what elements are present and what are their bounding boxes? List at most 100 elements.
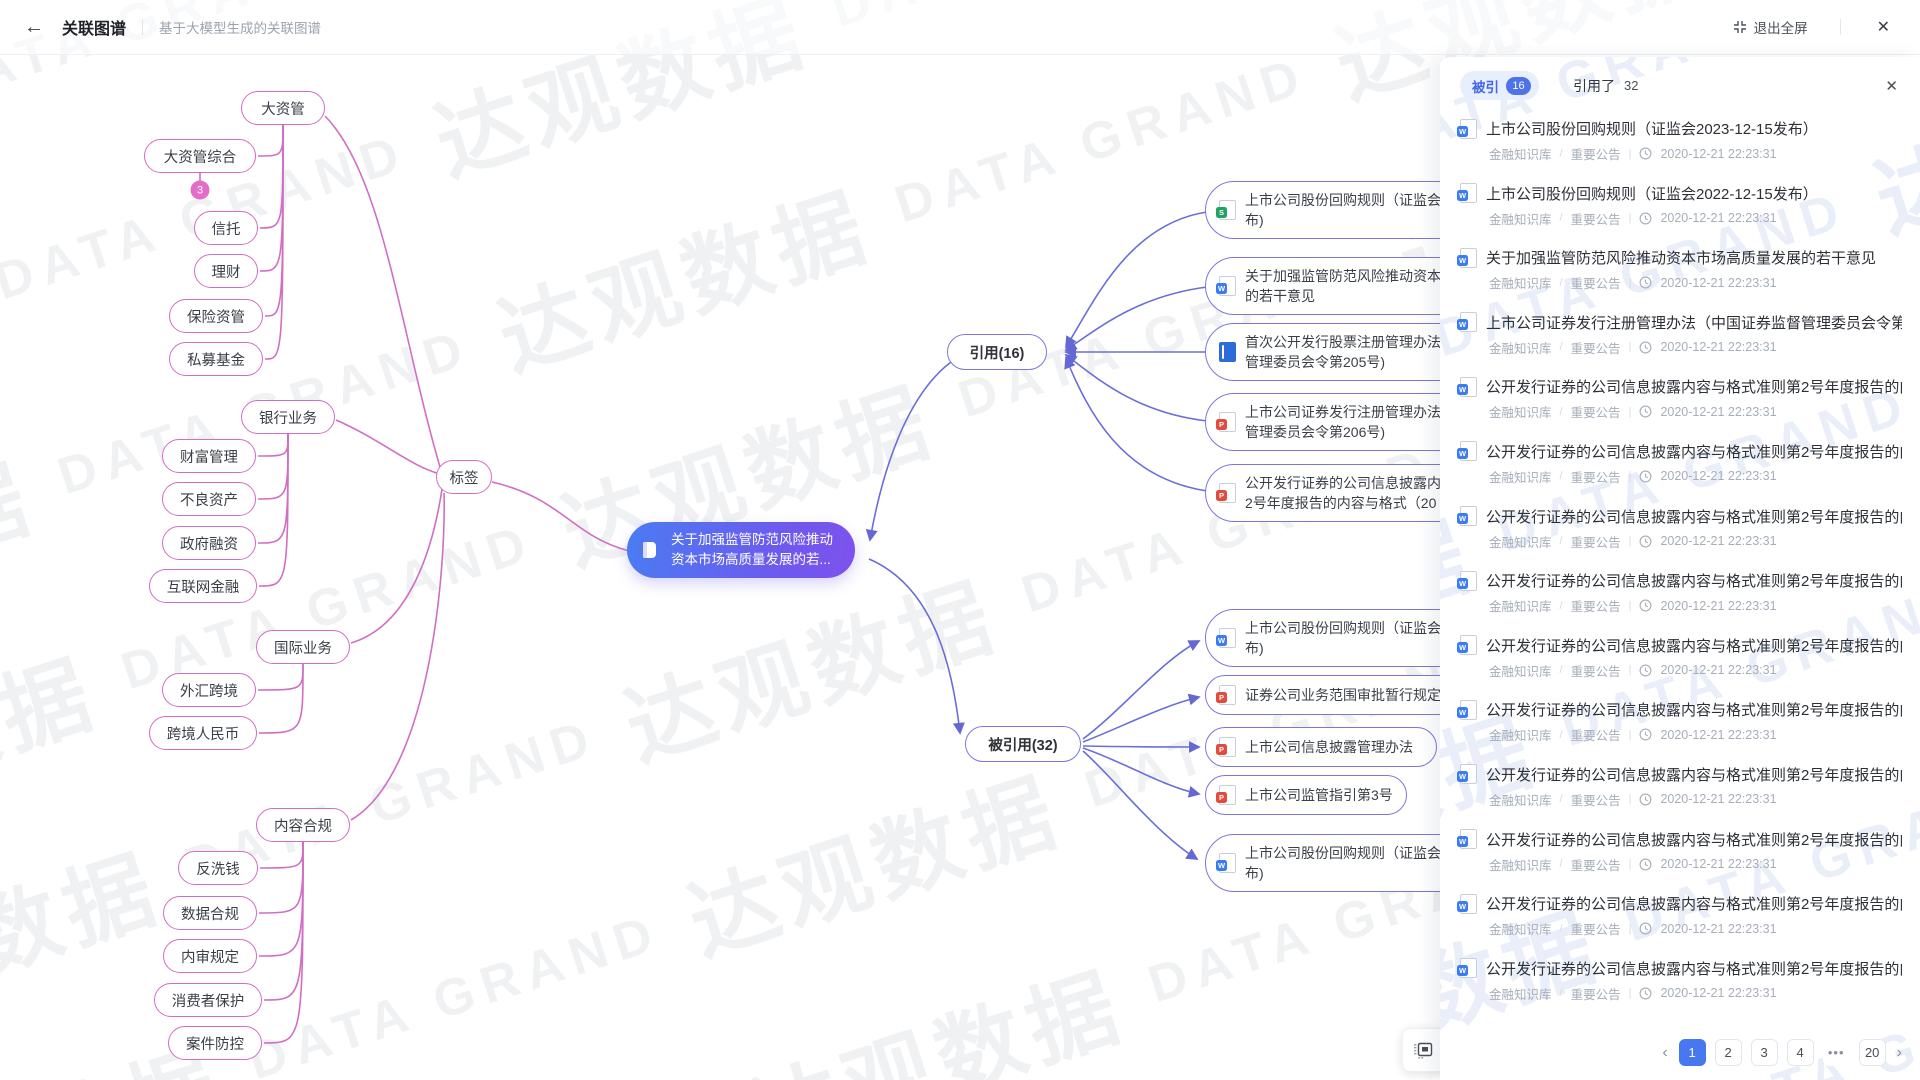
list-item-title: 公开发行证券的公司信息披露内容与格式准则第2号年度报告的内... bbox=[1486, 506, 1902, 527]
list-item-time: 2020-12-21 22:23:31 bbox=[1660, 276, 1776, 290]
collapsed-count-badge[interactable]: 3 bbox=[191, 181, 210, 200]
list-item[interactable]: W 公开发行证券的公司信息披露内容与格式准则第2号年度报告的内... 金融知识库… bbox=[1460, 829, 1902, 894]
tag-node-child[interactable]: 大资管综合 bbox=[144, 139, 256, 173]
list-item-tag: 重要公告 bbox=[1571, 467, 1621, 486]
central-node-title-line1: 关于加强监管防范风险推动 bbox=[671, 530, 833, 550]
tag-node-child[interactable]: 消费者保护 bbox=[154, 983, 262, 1017]
page-ellipsis[interactable]: ••• bbox=[1823, 1039, 1850, 1066]
tag-node-parent[interactable]: 国际业务 bbox=[256, 630, 350, 664]
list-item[interactable]: W 上市公司股份回购规则（证监会2022-12-15发布） 金融知识库 / 重要… bbox=[1460, 183, 1902, 248]
page-button[interactable]: 1 bbox=[1679, 1039, 1706, 1066]
panel-close-icon[interactable]: ✕ bbox=[1881, 75, 1902, 97]
tab-cites[interactable]: 引用了 32 bbox=[1573, 76, 1638, 96]
tag-node-child[interactable]: 互联网金融 bbox=[149, 569, 257, 603]
tag-node-child[interactable]: 数据合规 bbox=[163, 896, 257, 930]
graph-edge bbox=[1066, 358, 1207, 491]
list-item-source: 金融知识库 bbox=[1489, 984, 1552, 1003]
citation-panel: 达观数据DATA GRAND达观数据DATA GRAND达观数据DATA GRA… bbox=[1440, 57, 1920, 1080]
list-item-title: 公开发行证券的公司信息披露内容与格式准则第2号年度报告的内... bbox=[1486, 570, 1902, 591]
list-item[interactable]: W 公开发行证券的公司信息披露内容与格式准则第2号年度报告的内... 金融知识库… bbox=[1460, 764, 1902, 829]
pagination: ‹ 1234 ••• 20 › bbox=[1660, 1039, 1904, 1066]
tag-node-child[interactable]: 内审规定 bbox=[163, 939, 257, 973]
doc-red-icon: P bbox=[1219, 483, 1236, 503]
list-item-time: 2020-12-21 22:23:31 bbox=[1660, 405, 1776, 419]
list-item[interactable]: W 公开发行证券的公司信息披露内容与格式准则第2号年度报告的内... 金融知识库… bbox=[1460, 699, 1902, 764]
list-item[interactable]: W 关于加强监管防范风险推动资本市场高质量发展的若干意见 金融知识库 / 重要公… bbox=[1460, 247, 1902, 312]
graph-edge bbox=[870, 362, 951, 540]
exit-fullscreen-button[interactable]: 退出全屏 bbox=[1733, 17, 1808, 37]
list-item-source: 金融知识库 bbox=[1489, 661, 1552, 680]
doc-word-icon: W bbox=[1460, 248, 1477, 268]
tag-node-child[interactable]: 政府融资 bbox=[162, 526, 256, 560]
close-icon[interactable]: ✕ bbox=[1873, 17, 1894, 37]
exit-fullscreen-icon bbox=[1733, 20, 1747, 34]
tag-root-node[interactable]: 标签 bbox=[436, 460, 492, 494]
tab-cited-by-label: 被引 bbox=[1472, 76, 1499, 96]
tab-cited-by[interactable]: 被引 16 bbox=[1460, 71, 1539, 100]
page-button[interactable]: 20 bbox=[1859, 1039, 1886, 1066]
tag-node-child[interactable]: 保险资管 bbox=[169, 299, 263, 333]
document-node[interactable]: P上市公司信息披露管理办法 bbox=[1205, 727, 1437, 767]
tab-cites-count: 32 bbox=[1624, 78, 1638, 93]
tag-node-child[interactable]: 案件防控 bbox=[168, 1026, 262, 1060]
list-item-tag: 重要公告 bbox=[1571, 402, 1621, 421]
list-item-source: 金融知识库 bbox=[1489, 919, 1552, 938]
tag-node-parent[interactable]: 内容合规 bbox=[256, 808, 350, 842]
list-item[interactable]: W 公开发行证券的公司信息披露内容与格式准则第2号年度报告的内... 金融知识库… bbox=[1460, 506, 1902, 571]
graph-edge bbox=[259, 664, 303, 733]
list-item-time: 2020-12-21 22:23:31 bbox=[1660, 728, 1776, 742]
tag-node-child[interactable]: 理财 bbox=[194, 254, 258, 288]
exit-fullscreen-label: 退出全屏 bbox=[1754, 17, 1808, 37]
graph-edge bbox=[1083, 641, 1199, 739]
list-item[interactable]: W 公开发行证券的公司信息披露内容与格式准则第2号年度报告的内... 金融知识库… bbox=[1460, 635, 1902, 700]
document-node-title: 上市公司监管指引第3号 bbox=[1245, 785, 1393, 805]
page-next-icon[interactable]: › bbox=[1895, 1044, 1904, 1062]
clock-icon bbox=[1639, 147, 1652, 160]
tag-node-child[interactable]: 信托 bbox=[194, 211, 258, 245]
graph-edge bbox=[1083, 748, 1199, 794]
list-item[interactable]: W 公开发行证券的公司信息披露内容与格式准则第2号年度报告的内... 金融知识库… bbox=[1460, 441, 1902, 506]
list-item[interactable]: W 上市公司证券发行注册管理办法（中国证券监督管理委员会令第2... 金融知识库… bbox=[1460, 312, 1902, 377]
graph-edge bbox=[260, 125, 283, 271]
tag-node-child[interactable]: 反洗钱 bbox=[178, 851, 258, 885]
list-item[interactable]: W 公开发行证券的公司信息披露内容与格式准则第2号年度报告的内... 金融知识库… bbox=[1460, 893, 1902, 958]
graph-edge bbox=[492, 482, 629, 551]
list-item-source: 金融知识库 bbox=[1489, 790, 1552, 809]
divider bbox=[1840, 19, 1841, 35]
graph-edge bbox=[1083, 751, 1197, 859]
list-item-source: 金融知识库 bbox=[1489, 467, 1552, 486]
tag-node-child[interactable]: 不良资产 bbox=[162, 482, 256, 516]
page-button[interactable]: 2 bbox=[1715, 1039, 1742, 1066]
tag-node-child[interactable]: 外汇跨境 bbox=[162, 673, 256, 707]
graph-edge bbox=[1066, 287, 1207, 350]
list-item-source: 金融知识库 bbox=[1489, 144, 1552, 163]
list-item-time: 2020-12-21 22:23:31 bbox=[1660, 340, 1776, 354]
tag-node-child[interactable]: 跨境人民币 bbox=[149, 716, 257, 750]
document-node[interactable]: P上市公司监管指引第3号 bbox=[1205, 775, 1407, 815]
tag-node-child[interactable]: 财富管理 bbox=[162, 439, 256, 473]
list-item-source: 金融知识库 bbox=[1489, 402, 1552, 421]
tag-node-parent[interactable]: 大资管 bbox=[241, 91, 325, 125]
page-button[interactable]: 4 bbox=[1787, 1039, 1814, 1066]
page-button[interactable]: 3 bbox=[1751, 1039, 1778, 1066]
list-item[interactable]: W 上市公司股份回购规则（证监会2023-12-15发布） 金融知识库 / 重要… bbox=[1460, 118, 1902, 183]
clock-icon bbox=[1639, 212, 1652, 225]
tag-node-child[interactable]: 私募基金 bbox=[169, 342, 263, 376]
list-item-source: 金融知识库 bbox=[1489, 338, 1552, 357]
central-document-node[interactable]: 关于加强监管防范风险推动 资本市场高质量发展的若... bbox=[627, 522, 855, 578]
clock-icon bbox=[1639, 405, 1652, 418]
document-node-title: 上市公司股份回购规则（证监会 bbox=[1245, 843, 1441, 863]
document-node-title: 证券公司业务范围审批暂行规定 bbox=[1245, 685, 1441, 705]
cites-group-node[interactable]: 引用(16) bbox=[947, 334, 1047, 370]
doc-red-icon: P bbox=[1219, 685, 1236, 705]
back-arrow-icon[interactable]: ← bbox=[24, 16, 44, 39]
graph-edge bbox=[1066, 212, 1207, 347]
list-item[interactable]: W 公开发行证券的公司信息披露内容与格式准则第2号年度报告的内... 金融知识库… bbox=[1460, 958, 1902, 1023]
list-item[interactable]: W 公开发行证券的公司信息披露内容与格式准则第2号年度报告的内... 金融知识库… bbox=[1460, 376, 1902, 441]
list-item-title: 公开发行证券的公司信息披露内容与格式准则第2号年度报告的内... bbox=[1486, 699, 1902, 720]
cited-by-group-node[interactable]: 被引用(32) bbox=[965, 726, 1081, 762]
list-item[interactable]: W 公开发行证券的公司信息披露内容与格式准则第2号年度报告的内... 金融知识库… bbox=[1460, 570, 1902, 635]
list-item-source: 金融知识库 bbox=[1489, 209, 1552, 228]
page-prev-icon[interactable]: ‹ bbox=[1660, 1044, 1669, 1062]
tag-node-parent[interactable]: 银行业务 bbox=[241, 400, 335, 434]
